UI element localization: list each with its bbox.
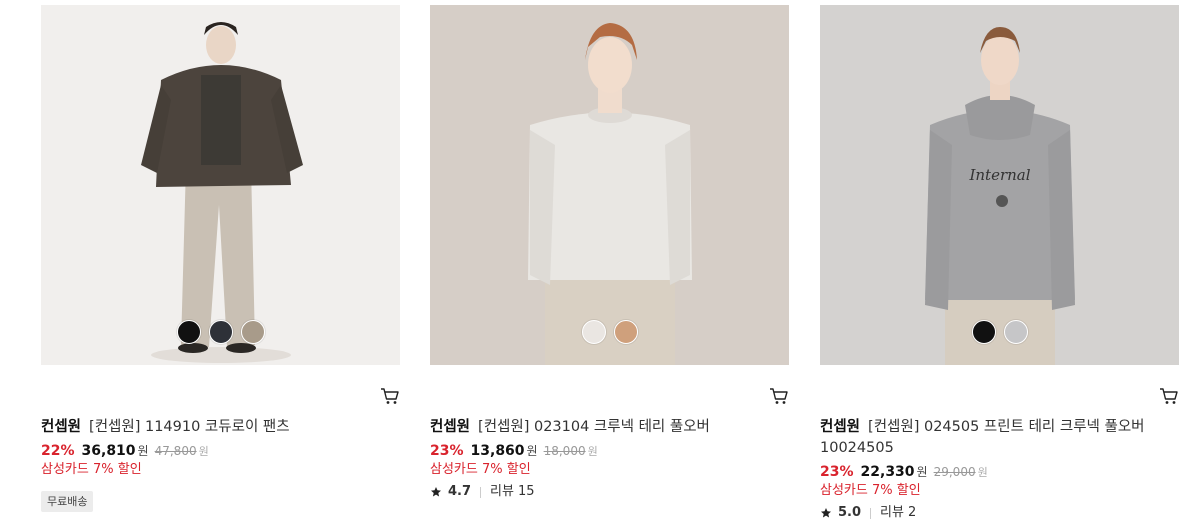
product-title: [컨셉원] 023104 크루넥 테리 풀오버 (478, 419, 710, 435)
original-price: 29,000 (933, 465, 976, 479)
cart-icon[interactable] (1159, 386, 1179, 406)
reviews-label: 리뷰 (490, 484, 514, 499)
sale-price: 36,810 (81, 443, 136, 459)
free-shipping-badge: 무료배송 (41, 491, 94, 512)
sale-price: 22,330 (860, 464, 915, 480)
color-swatch[interactable] (613, 320, 638, 344)
product-image[interactable] (430, 5, 789, 365)
currency-label: 원 (916, 465, 928, 479)
discount-rate: 23% (820, 464, 854, 480)
divider (870, 507, 872, 519)
original-currency-label: 원 (587, 445, 598, 458)
color-swatches (41, 320, 400, 344)
rating-value: 4.7 (448, 484, 472, 499)
original-currency-label: 원 (977, 466, 988, 479)
color-swatches (820, 320, 1179, 344)
cart-icon[interactable] (380, 386, 400, 406)
brand-name: 컨셉원 (430, 419, 471, 435)
card-promo: 삼성카드 7% 할인 (430, 462, 531, 477)
color-swatch[interactable] (971, 320, 996, 344)
reviews-count: 15 (517, 484, 535, 499)
svg-text:Internal: Internal (968, 166, 1030, 184)
color-swatch[interactable] (240, 320, 265, 344)
sale-price: 13,860 (470, 443, 525, 459)
color-swatch[interactable] (581, 320, 606, 344)
color-swatch[interactable] (208, 320, 233, 344)
product-image[interactable] (41, 5, 400, 365)
rating-row: 5.0 리뷰 2 (820, 504, 916, 522)
cart-icon[interactable] (769, 386, 789, 406)
card-promo: 삼성카드 7% 할인 (41, 462, 142, 477)
product-title-row[interactable]: 컨셉원 [컨셉원] 023104 크루넥 테리 풀오버 (430, 417, 780, 438)
color-swatch[interactable] (176, 320, 201, 344)
currency-label: 원 (137, 444, 149, 458)
product-title: [컨셉원] 024505 프린트 테리 크루넥 풀오버 10024505 (820, 419, 1145, 456)
brand-name: 컨셉원 (820, 419, 861, 435)
product-title-row[interactable]: 컨셉원 [컨셉원] 024505 프린트 테리 크루넥 풀오버 10024505 (820, 417, 1170, 459)
discount-rate: 23% (430, 443, 464, 459)
price-row: 22% 36,810 원 47,800 원 (41, 441, 209, 462)
original-price: 47,800 (154, 444, 197, 458)
product-title-row[interactable]: 컨셉원 [컨셉원] 114910 코듀로이 팬츠 (41, 417, 391, 438)
rating-row: 4.7 리뷰 15 (430, 483, 535, 501)
original-currency-label: 원 (198, 445, 209, 458)
product-title: [컨셉원] 114910 코듀로이 팬츠 (89, 419, 290, 435)
rating-value: 5.0 (838, 505, 862, 520)
product-card[interactable]: 컨셉원 [컨셉원] 023104 크루넥 테리 풀오버 23% 13,860 원 18,… (430, 0, 790, 522)
star-icon (431, 487, 441, 497)
discount-rate: 22% (41, 443, 75, 459)
color-swatch[interactable] (1003, 320, 1028, 344)
reviews-label: 리뷰 (880, 505, 904, 520)
product-card[interactable]: 컨셉원 [컨셉원] 114910 코듀로이 팬츠 22% 36,810 원 47,800… (41, 0, 401, 522)
price-row: 23% 13,860 원 18,000 원 (430, 441, 598, 462)
reviews-count: 2 (907, 505, 917, 520)
product-grid: 컨셉원 [컨셉원] 114910 코듀로이 팬츠 22% 36,810 원 47,800… (0, 0, 1191, 522)
original-price: 18,000 (543, 444, 586, 458)
card-promo: 삼성카드 7% 할인 (820, 483, 921, 498)
price-row: 23% 22,330 원 29,000 원 (820, 462, 988, 483)
currency-label: 원 (526, 444, 538, 458)
color-swatches (430, 320, 789, 344)
star-icon (821, 508, 831, 518)
product-card[interactable]: Internal 컨셉원 [컨셉원] 024505 프린트 테리 크루넥 풀오버 … (820, 0, 1180, 522)
divider (480, 486, 482, 498)
product-image[interactable]: Internal (820, 5, 1179, 365)
brand-name: 컨셉원 (41, 419, 82, 435)
